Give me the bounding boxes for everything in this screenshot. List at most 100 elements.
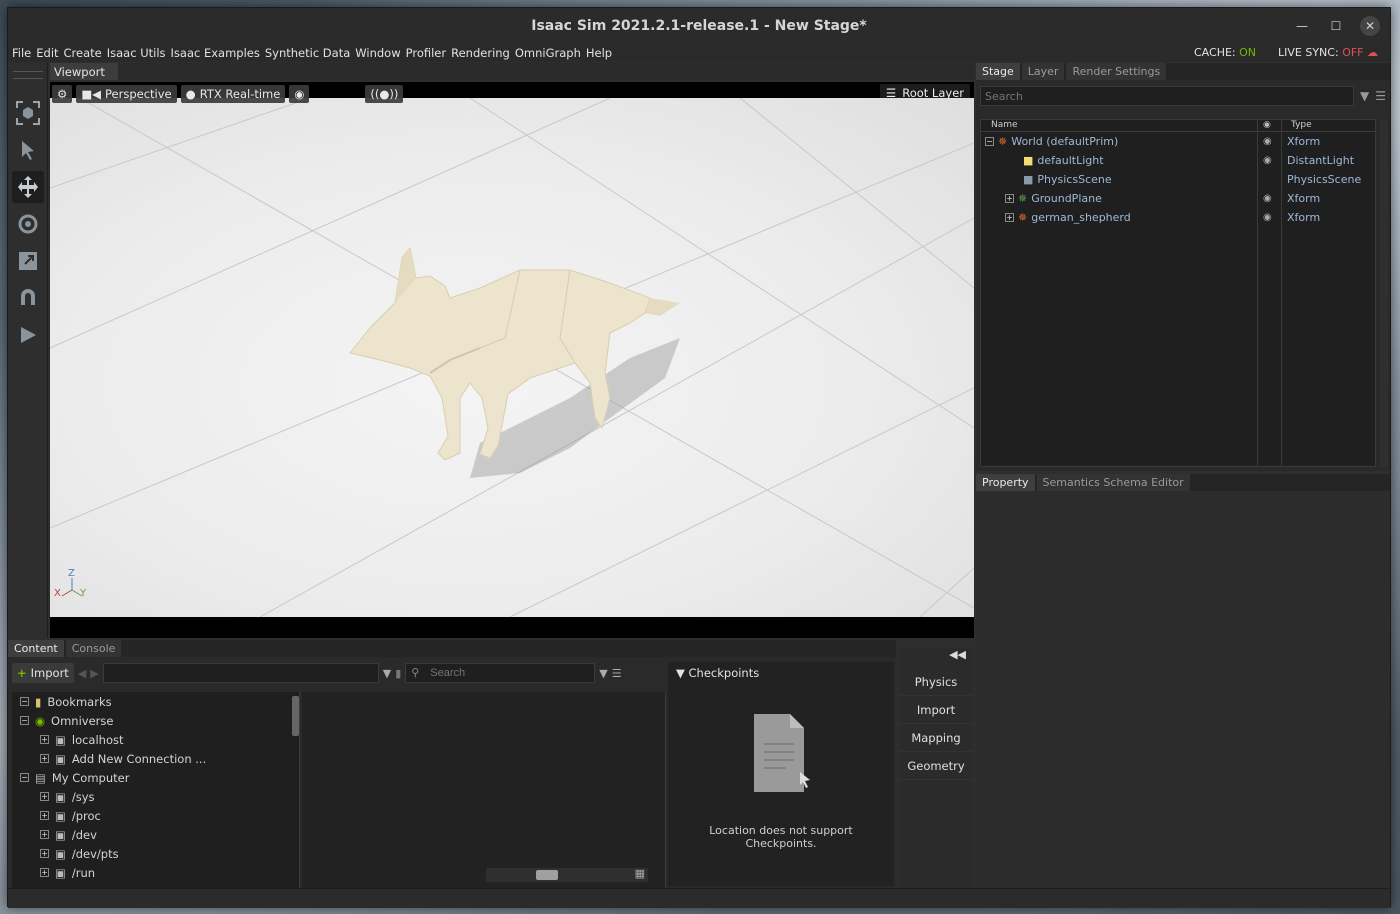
collapse-toggle-icon[interactable]: − bbox=[20, 773, 29, 782]
tree-item-run[interactable]: + ▣ /run bbox=[12, 863, 299, 882]
viewport-canvas[interactable] bbox=[50, 98, 974, 617]
menu-help[interactable]: Help bbox=[586, 46, 612, 60]
tree-row-world[interactable]: − ✵ World (defaultPrim) ◉ Xform bbox=[981, 132, 1375, 151]
content-file-view[interactable]: ▦ bbox=[302, 692, 666, 888]
filter-icon[interactable]: ▼ bbox=[1360, 89, 1369, 103]
tab-console[interactable]: Console bbox=[65, 640, 122, 657]
cache-status[interactable]: CACHE: ON bbox=[1194, 46, 1256, 59]
live-sync-value: OFF bbox=[1342, 46, 1364, 59]
stage-scrollbar[interactable] bbox=[1380, 119, 1388, 467]
snap-magnet-icon[interactable] bbox=[12, 282, 44, 314]
scale-tool-icon[interactable] bbox=[12, 245, 44, 277]
expand-toggle-icon[interactable]: + bbox=[40, 830, 49, 839]
menu-edit[interactable]: Edit bbox=[36, 46, 58, 60]
tree-item-add-connection[interactable]: + ▣ Add New Connection ... bbox=[12, 749, 299, 768]
tab-layer[interactable]: Layer bbox=[1021, 63, 1065, 80]
collapse-toggle-icon[interactable]: − bbox=[985, 137, 994, 146]
expand-toggle-icon[interactable]: + bbox=[40, 811, 49, 820]
path-dropdown-icon[interactable]: ▼ bbox=[383, 667, 391, 680]
viewport-settings-button[interactable]: ⚙ bbox=[52, 85, 73, 103]
menu-isaac-examples[interactable]: Isaac Examples bbox=[171, 46, 260, 60]
minimize-icon[interactable]: — bbox=[1292, 16, 1312, 36]
tab-stage[interactable]: Stage bbox=[976, 63, 1020, 80]
expand-toggle-icon[interactable]: + bbox=[40, 792, 49, 801]
viewport-tab[interactable]: Viewport bbox=[50, 63, 118, 80]
physics-button[interactable]: Physics bbox=[900, 668, 972, 696]
tab-semantics-schema-editor[interactable]: Semantics Schema Editor bbox=[1036, 474, 1190, 491]
visibility-button[interactable]: ◉ bbox=[289, 85, 310, 103]
viewport-panel[interactable]: ⚙ ■◀ Perspective ● RTX Real-time ◉ ((●))… bbox=[50, 82, 974, 638]
path-field[interactable] bbox=[102, 663, 379, 683]
bookmark-icon[interactable]: ▮ bbox=[395, 667, 401, 680]
tree-item-omniverse[interactable]: − ◉ Omniverse bbox=[12, 711, 299, 730]
menu-create[interactable]: Create bbox=[64, 46, 102, 60]
menu-isaac-utils[interactable]: Isaac Utils bbox=[107, 46, 166, 60]
import-button[interactable]: + Import bbox=[12, 663, 74, 683]
visibility-eye-icon[interactable]: ◉ bbox=[1263, 136, 1272, 147]
collapse-toggle-icon[interactable]: − bbox=[20, 716, 29, 725]
tree-row-german-shepherd[interactable]: + ✵ german_shepherd ◉ Xform bbox=[981, 208, 1375, 227]
tab-render-settings[interactable]: Render Settings bbox=[1066, 63, 1167, 80]
collapse-panel-icon[interactable]: ◀◀ bbox=[900, 648, 972, 668]
content-search-input[interactable] bbox=[405, 663, 596, 683]
close-icon[interactable]: ✕ bbox=[1360, 16, 1380, 36]
live-sync-status[interactable]: LIVE SYNC: OFF ☁ bbox=[1278, 46, 1378, 59]
options-menu-icon[interactable]: ☰ bbox=[612, 667, 622, 680]
menu-omnigraph[interactable]: OmniGraph bbox=[515, 46, 581, 60]
visibility-eye-icon[interactable]: ◉ bbox=[1263, 155, 1272, 166]
geometry-button[interactable]: Geometry bbox=[900, 752, 972, 780]
tree-item-proc[interactable]: + ▣ /proc bbox=[12, 806, 299, 825]
toolbar-grip[interactable] bbox=[13, 71, 43, 79]
tree-item-dev[interactable]: + ▣ /dev bbox=[12, 825, 299, 844]
expand-toggle-icon[interactable]: + bbox=[40, 754, 49, 763]
tree-item-sys[interactable]: + ▣ /sys bbox=[12, 787, 299, 806]
slider-handle[interactable] bbox=[536, 870, 558, 880]
menu-file[interactable]: File bbox=[12, 46, 31, 60]
tree-item-bookmarks[interactable]: − ▮ Bookmarks bbox=[12, 692, 299, 711]
expand-toggle-icon[interactable]: + bbox=[40, 735, 49, 744]
menu-window[interactable]: Window bbox=[355, 46, 400, 60]
thumbnail-size-slider[interactable]: ▦ bbox=[486, 867, 648, 882]
expand-toggle-icon[interactable]: + bbox=[1005, 194, 1014, 203]
tab-content[interactable]: Content bbox=[8, 640, 64, 657]
stage-tree: Name ◉ Type − ✵ World (defaultPrim) ◉ Xf… bbox=[980, 119, 1376, 467]
tab-property[interactable]: Property bbox=[976, 474, 1035, 491]
camera-button[interactable]: ■◀ Perspective bbox=[76, 85, 177, 103]
checkpoints-header[interactable]: ▼ Checkpoints bbox=[668, 662, 894, 684]
column-visibility-icon[interactable]: ◉ bbox=[1263, 120, 1271, 130]
visibility-eye-icon[interactable]: ◉ bbox=[1263, 212, 1272, 223]
maximize-icon[interactable]: ☐ bbox=[1326, 16, 1346, 36]
mapping-button[interactable]: Mapping bbox=[900, 724, 972, 752]
expand-toggle-icon[interactable]: + bbox=[40, 868, 49, 877]
import-side-button[interactable]: Import bbox=[900, 696, 972, 724]
render-mode-button[interactable]: ● RTX Real-time bbox=[180, 85, 286, 103]
expand-toggle-icon[interactable]: + bbox=[40, 849, 49, 858]
select-mode-icon[interactable] bbox=[12, 97, 44, 129]
options-menu-icon[interactable]: ☰ bbox=[1375, 89, 1386, 103]
filter-icon[interactable]: ▼ bbox=[599, 667, 607, 680]
tree-item-my-computer[interactable]: − ▤ My Computer bbox=[12, 768, 299, 787]
tree-row-defaultlight[interactable]: ■ defaultLight ◉ DistantLight bbox=[981, 151, 1375, 170]
move-tool-icon[interactable] bbox=[12, 171, 44, 203]
forward-arrow-icon[interactable]: ▶ bbox=[90, 667, 98, 680]
select-arrow-icon[interactable] bbox=[12, 134, 44, 166]
column-name-header[interactable]: Name bbox=[991, 120, 1018, 130]
tree-item-localhost[interactable]: + ▣ localhost bbox=[12, 730, 299, 749]
menu-rendering[interactable]: Rendering bbox=[451, 46, 510, 60]
tree-row-groundplane[interactable]: + ✵ GroundPlane ◉ Xform bbox=[981, 189, 1375, 208]
collapse-toggle-icon[interactable]: − bbox=[20, 697, 29, 706]
visibility-eye-icon[interactable]: ◉ bbox=[1263, 193, 1272, 204]
play-icon[interactable] bbox=[12, 319, 44, 351]
tree-item-dev-pts[interactable]: + ▣ /dev/pts bbox=[12, 844, 299, 863]
expand-toggle-icon[interactable]: + bbox=[1005, 213, 1014, 222]
content-tree-scrollbar[interactable] bbox=[292, 696, 299, 736]
menu-synthetic-data[interactable]: Synthetic Data bbox=[265, 46, 350, 60]
column-type-header[interactable]: Type bbox=[1291, 120, 1312, 130]
menu-profiler[interactable]: Profiler bbox=[406, 46, 447, 60]
tree-row-physicsscene[interactable]: ■ PhysicsScene PhysicsScene bbox=[981, 170, 1375, 189]
stage-search-input[interactable] bbox=[980, 86, 1354, 106]
back-arrow-icon[interactable]: ◀ bbox=[78, 667, 86, 680]
live-stream-button[interactable]: ((●)) bbox=[365, 85, 404, 103]
rotate-tool-icon[interactable] bbox=[12, 208, 44, 240]
grid-view-icon[interactable]: ▦ bbox=[635, 867, 645, 880]
